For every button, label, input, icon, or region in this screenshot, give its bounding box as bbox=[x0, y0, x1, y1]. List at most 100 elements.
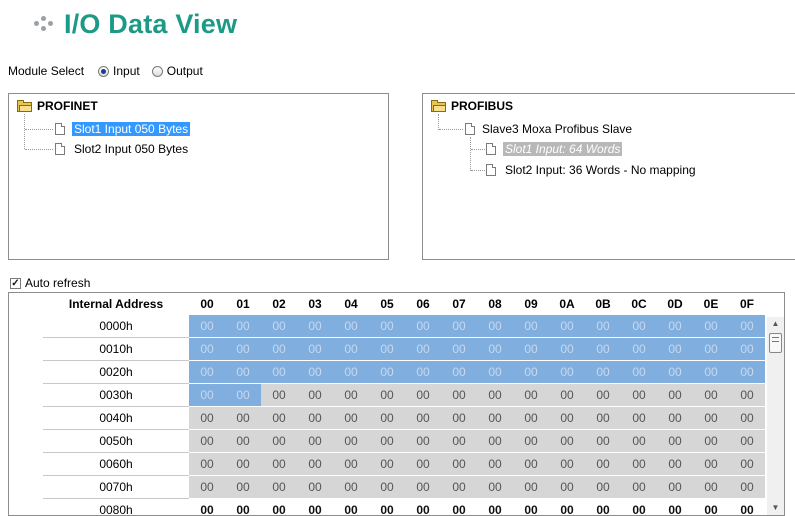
data-cell[interactable]: 00 bbox=[225, 361, 261, 384]
data-cell[interactable]: 00 bbox=[189, 361, 225, 384]
data-cell[interactable]: 00 bbox=[441, 430, 477, 453]
data-cell[interactable]: 00 bbox=[513, 407, 549, 430]
data-cell[interactable]: 00 bbox=[405, 430, 441, 453]
data-cell[interactable]: 00 bbox=[657, 407, 693, 430]
data-cell[interactable]: 00 bbox=[441, 453, 477, 476]
data-cell[interactable]: 00 bbox=[693, 315, 729, 338]
data-cell[interactable]: 00 bbox=[261, 315, 297, 338]
data-cell[interactable]: 00 bbox=[297, 338, 333, 361]
data-cell[interactable]: 00 bbox=[261, 476, 297, 499]
data-cell[interactable]: 00 bbox=[657, 430, 693, 453]
data-cell[interactable]: 00 bbox=[621, 453, 657, 476]
data-cell[interactable]: 00 bbox=[333, 499, 369, 515]
radio-output-dot[interactable] bbox=[151, 65, 163, 77]
data-cell[interactable]: 00 bbox=[693, 430, 729, 453]
data-cell[interactable]: 00 bbox=[333, 407, 369, 430]
data-cell[interactable]: 00 bbox=[369, 384, 405, 407]
data-cell[interactable]: 00 bbox=[189, 384, 225, 407]
data-cell[interactable]: 00 bbox=[729, 361, 765, 384]
table-row[interactable]: 0010h 00 00 00 00 00 00 00 00 00 00 00 00 00 00 00 00 bbox=[43, 338, 765, 361]
data-cell[interactable]: 00 bbox=[405, 453, 441, 476]
data-cell[interactable]: 00 bbox=[189, 407, 225, 430]
data-cell[interactable]: 00 bbox=[261, 453, 297, 476]
profibus-root[interactable]: PROFIBUS bbox=[431, 99, 513, 113]
data-cell[interactable]: 00 bbox=[369, 315, 405, 338]
data-cell[interactable]: 00 bbox=[297, 384, 333, 407]
data-cell[interactable]: 00 bbox=[369, 499, 405, 515]
radio-input-dot[interactable] bbox=[98, 65, 110, 77]
data-cell[interactable]: 00 bbox=[477, 499, 513, 515]
data-cell[interactable]: 00 bbox=[441, 338, 477, 361]
data-cell[interactable]: 00 bbox=[405, 315, 441, 338]
io-data-grid[interactable]: Internal Address 00 01 02 03 04 05 06 07 08 09 0A 0… bbox=[8, 292, 785, 516]
scroll-thumb[interactable] bbox=[769, 333, 782, 353]
data-cell[interactable]: 00 bbox=[621, 315, 657, 338]
data-cell[interactable]: 00 bbox=[729, 338, 765, 361]
profibus-tree-panel[interactable]: PROFIBUS Slave3 Moxa Profibus Slave Slot… bbox=[422, 93, 795, 260]
data-cell[interactable]: 00 bbox=[693, 453, 729, 476]
data-cell[interactable]: 00 bbox=[441, 407, 477, 430]
data-cell[interactable]: 00 bbox=[693, 407, 729, 430]
data-cell[interactable]: 00 bbox=[369, 476, 405, 499]
data-cell[interactable]: 00 bbox=[225, 384, 261, 407]
data-cell[interactable]: 00 bbox=[225, 338, 261, 361]
data-cell[interactable]: 00 bbox=[477, 476, 513, 499]
radio-output[interactable]: Output bbox=[151, 64, 203, 78]
data-cell[interactable]: 00 bbox=[549, 338, 585, 361]
data-cell[interactable]: 00 bbox=[693, 476, 729, 499]
data-cell[interactable]: 00 bbox=[405, 499, 441, 515]
data-cell[interactable]: 00 bbox=[405, 407, 441, 430]
tree-item-profibus-slot1[interactable]: Slot1 Input: 64 Words bbox=[486, 141, 623, 157]
data-cell[interactable]: 00 bbox=[189, 476, 225, 499]
radio-input[interactable]: Input bbox=[98, 64, 140, 78]
table-row[interactable]: 0020h 00 00 00 00 00 00 00 00 00 00 00 00 00 00 00 00 bbox=[43, 361, 765, 384]
data-cell[interactable]: 00 bbox=[405, 338, 441, 361]
data-cell[interactable]: 00 bbox=[225, 453, 261, 476]
data-cell[interactable]: 00 bbox=[585, 499, 621, 515]
data-cell[interactable]: 00 bbox=[513, 499, 549, 515]
data-cell[interactable]: 00 bbox=[225, 430, 261, 453]
data-cell[interactable]: 00 bbox=[693, 384, 729, 407]
data-cell[interactable]: 00 bbox=[729, 315, 765, 338]
data-cell[interactable]: 00 bbox=[333, 476, 369, 499]
data-cell[interactable]: 00 bbox=[297, 499, 333, 515]
data-cell[interactable]: 00 bbox=[657, 499, 693, 515]
data-cell[interactable]: 00 bbox=[297, 407, 333, 430]
data-cell[interactable]: 00 bbox=[549, 407, 585, 430]
data-cell[interactable]: 00 bbox=[729, 476, 765, 499]
data-cell[interactable]: 00 bbox=[225, 499, 261, 515]
data-cell[interactable]: 00 bbox=[585, 315, 621, 338]
data-cell[interactable]: 00 bbox=[693, 499, 729, 515]
data-cell[interactable]: 00 bbox=[513, 453, 549, 476]
data-cell[interactable]: 00 bbox=[189, 430, 225, 453]
data-cell[interactable]: 00 bbox=[261, 430, 297, 453]
table-row[interactable]: 0040h 00 00 00 00 00 00 00 00 00 00 00 00 00 00 00 00 bbox=[43, 407, 765, 430]
data-cell[interactable]: 00 bbox=[297, 476, 333, 499]
data-cell[interactable]: 00 bbox=[729, 407, 765, 430]
data-cell[interactable]: 00 bbox=[297, 430, 333, 453]
data-cell[interactable]: 00 bbox=[225, 407, 261, 430]
data-cell[interactable]: 00 bbox=[621, 338, 657, 361]
data-cell[interactable]: 00 bbox=[261, 361, 297, 384]
data-cell[interactable]: 00 bbox=[729, 430, 765, 453]
data-cell[interactable]: 00 bbox=[225, 315, 261, 338]
data-cell[interactable]: 00 bbox=[333, 384, 369, 407]
data-cell[interactable]: 00 bbox=[549, 315, 585, 338]
data-cell[interactable]: 00 bbox=[189, 499, 225, 515]
data-cell[interactable]: 00 bbox=[405, 361, 441, 384]
data-cell[interactable]: 00 bbox=[513, 430, 549, 453]
data-cell[interactable]: 00 bbox=[261, 338, 297, 361]
data-cell[interactable]: 00 bbox=[621, 361, 657, 384]
data-cell[interactable]: 00 bbox=[405, 476, 441, 499]
data-cell[interactable]: 00 bbox=[513, 315, 549, 338]
data-cell[interactable]: 00 bbox=[657, 361, 693, 384]
data-cell[interactable]: 00 bbox=[297, 315, 333, 338]
vertical-scrollbar[interactable]: ▲ ▼ bbox=[767, 317, 784, 515]
data-cell[interactable]: 00 bbox=[621, 384, 657, 407]
table-row[interactable]: 0080h 00 00 00 00 00 00 00 00 00 00 00 00 00 00 00 00 bbox=[43, 499, 765, 515]
data-cell[interactable]: 00 bbox=[333, 453, 369, 476]
data-cell[interactable]: 00 bbox=[261, 384, 297, 407]
data-cell[interactable]: 00 bbox=[693, 361, 729, 384]
data-cell[interactable]: 00 bbox=[441, 499, 477, 515]
scroll-up-icon[interactable]: ▲ bbox=[767, 317, 784, 331]
